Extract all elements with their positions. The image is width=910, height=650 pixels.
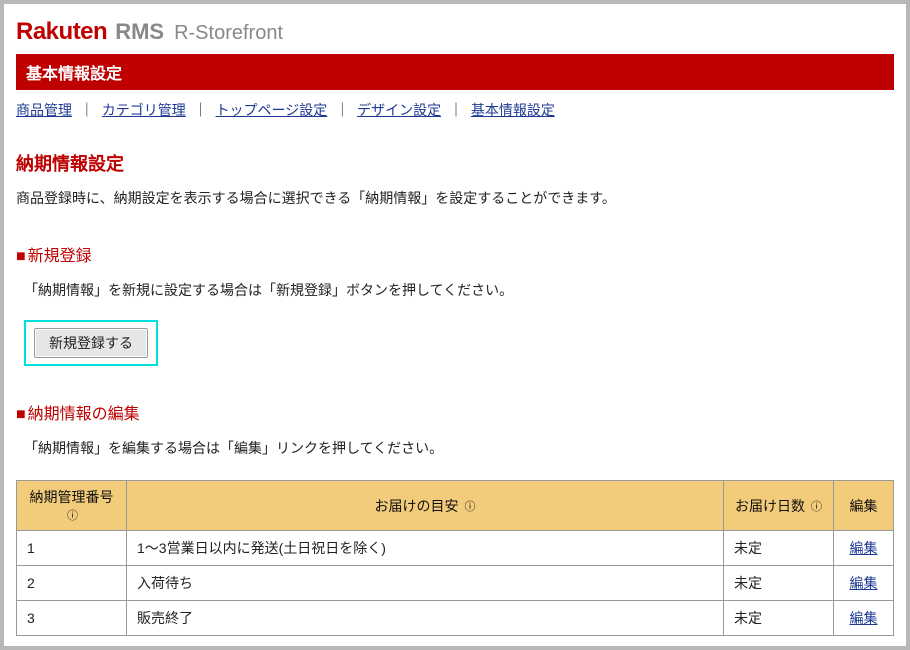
table-header-edit: 編集 bbox=[834, 481, 894, 531]
register-section-text: 「納期情報」を新規に設定する場合は「新規登録」ボタンを押してください。 bbox=[24, 280, 894, 300]
section-main-title: 納期情報設定 bbox=[16, 150, 894, 176]
breadcrumb-item-product[interactable]: 商品管理 bbox=[16, 102, 72, 118]
breadcrumb-item-toppage[interactable]: トップページ設定 bbox=[216, 102, 328, 118]
table-header-num: 納期管理番号 ⓘ bbox=[17, 481, 127, 531]
table-row: 1 1〜3営業日以内に発送(土日祝日を除く) 未定 編集 bbox=[17, 531, 894, 566]
cell-edit: 編集 bbox=[834, 566, 894, 601]
edit-section-heading: ■納期情報の編集 bbox=[16, 400, 894, 424]
square-bullet-icon: ■ bbox=[16, 406, 26, 423]
breadcrumb-sep-icon: ｜ bbox=[335, 102, 349, 118]
breadcrumb-sep-icon: ｜ bbox=[449, 102, 463, 118]
edit-link[interactable]: 編集 bbox=[850, 610, 878, 626]
breadcrumb-sep-icon: ｜ bbox=[80, 102, 94, 118]
cell-num: 1 bbox=[17, 531, 127, 566]
delivery-table: 納期管理番号 ⓘ お届けの目安 ⓘ お届け日数 ⓘ 編集 bbox=[16, 480, 894, 636]
edit-link[interactable]: 編集 bbox=[850, 575, 878, 591]
table-header-days: お届け日数 ⓘ bbox=[724, 481, 834, 531]
help-icon[interactable]: ⓘ bbox=[67, 507, 78, 523]
cell-days: 未定 bbox=[724, 531, 834, 566]
help-icon[interactable]: ⓘ bbox=[464, 498, 475, 514]
page-container: Rakuten RMS R-Storefront 基本情報設定 商品管理 ｜ カ… bbox=[4, 4, 906, 646]
table-header-row: 納期管理番号 ⓘ お届けの目安 ⓘ お届け日数 ⓘ 編集 bbox=[17, 481, 894, 531]
cell-edit: 編集 bbox=[834, 531, 894, 566]
brand-sub: RMS bbox=[115, 19, 164, 45]
header-days-label: お届け日数 bbox=[735, 498, 805, 514]
header-guide-label: お届けの目安 bbox=[375, 498, 459, 514]
header-num-label: 納期管理番号 bbox=[30, 489, 114, 505]
cell-guide: 入荷待ち bbox=[127, 566, 724, 601]
register-section-heading: ■新規登録 bbox=[16, 242, 894, 266]
brand-main: Rakuten bbox=[16, 18, 107, 46]
edit-heading-text: 納期情報の編集 bbox=[28, 406, 140, 423]
table-row: 2 入荷待ち 未定 編集 bbox=[17, 566, 894, 601]
edit-section-text: 「納期情報」を編集する場合は「編集」リンクを押してください。 bbox=[24, 438, 894, 458]
breadcrumb-sep-icon: ｜ bbox=[194, 102, 208, 118]
help-icon[interactable]: ⓘ bbox=[811, 498, 822, 514]
table-header-guide: お届けの目安 ⓘ bbox=[127, 481, 724, 531]
breadcrumb: 商品管理 ｜ カテゴリ管理 ｜ トップページ設定 ｜ デザイン設定 ｜ 基本情報… bbox=[16, 100, 894, 120]
edit-link[interactable]: 編集 bbox=[850, 540, 878, 556]
register-button-highlight: 新規登録する bbox=[24, 320, 158, 366]
header-edit-label: 編集 bbox=[850, 498, 878, 514]
breadcrumb-item-basic[interactable]: 基本情報設定 bbox=[471, 102, 555, 118]
cell-num: 2 bbox=[17, 566, 127, 601]
register-button[interactable]: 新規登録する bbox=[34, 328, 148, 358]
page-title-bar: 基本情報設定 bbox=[16, 54, 894, 90]
section-description: 商品登録時に、納期設定を表示する場合に選択できる「納期情報」を設定することができ… bbox=[16, 188, 894, 208]
delivery-table-wrapper: 納期管理番号 ⓘ お届けの目安 ⓘ お届け日数 ⓘ 編集 bbox=[16, 480, 894, 636]
square-bullet-icon: ■ bbox=[16, 248, 26, 265]
cell-days: 未定 bbox=[724, 566, 834, 601]
breadcrumb-item-category[interactable]: カテゴリ管理 bbox=[102, 102, 186, 118]
register-heading-text: 新規登録 bbox=[28, 248, 92, 265]
brand-header: Rakuten RMS R-Storefront bbox=[16, 18, 894, 46]
cell-guide: 1〜3営業日以内に発送(土日祝日を除く) bbox=[127, 531, 724, 566]
breadcrumb-item-design[interactable]: デザイン設定 bbox=[357, 102, 441, 118]
brand-detail: R-Storefront bbox=[174, 22, 283, 45]
